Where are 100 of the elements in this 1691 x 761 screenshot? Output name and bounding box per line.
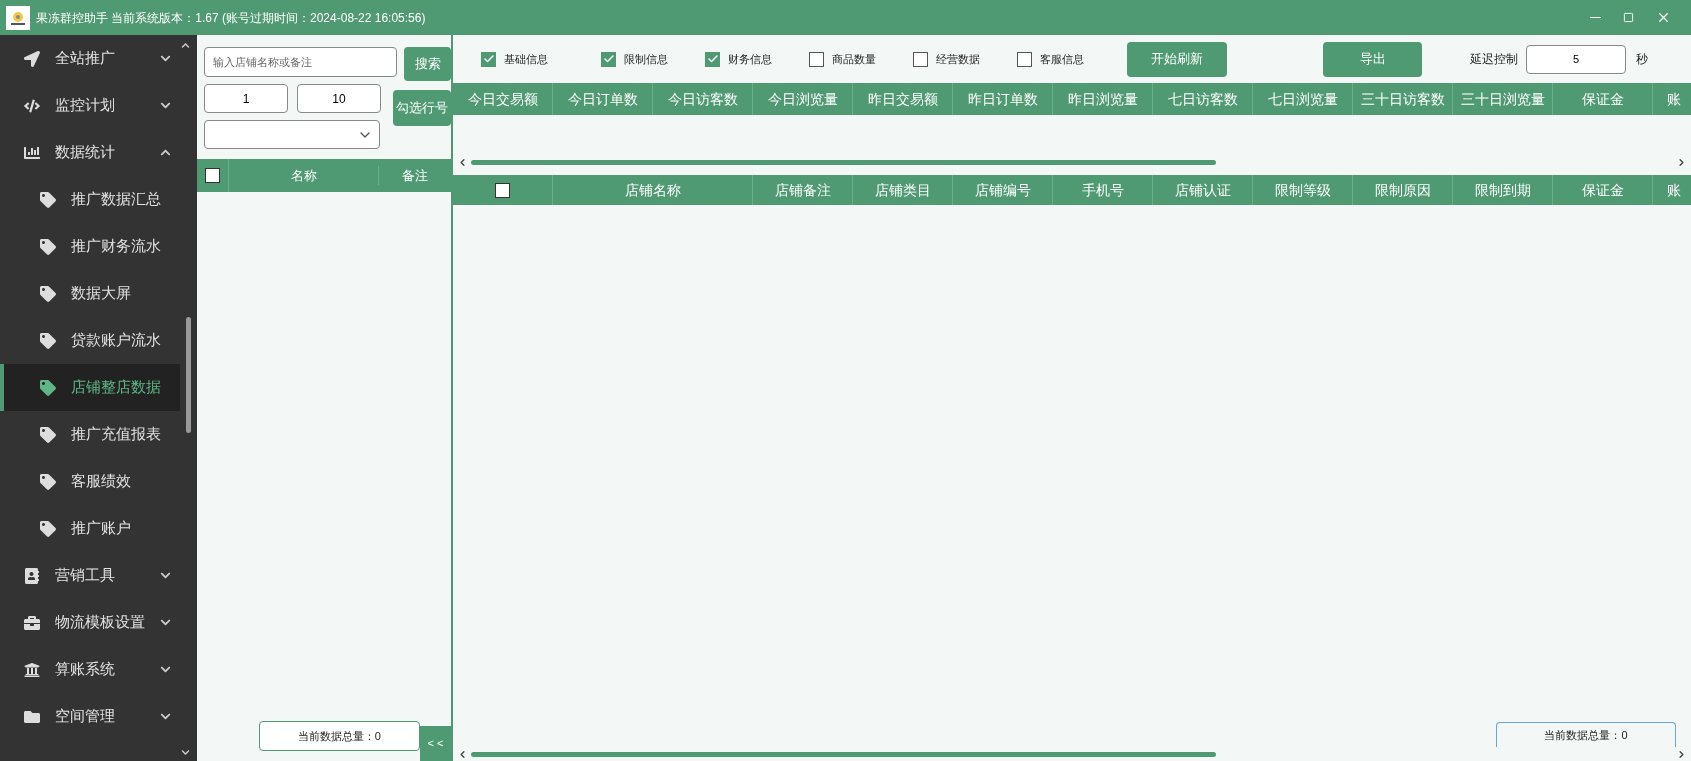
column-header: 七日浏览量 xyxy=(1253,83,1353,115)
seconds-label: 秒 xyxy=(1636,51,1648,68)
delay-label: 延迟控制 xyxy=(1470,51,1518,68)
chevron-down-icon xyxy=(160,570,171,581)
sidebar-item-label: 数据大屏 xyxy=(71,283,131,304)
sidebar-group-label: 空间管理 xyxy=(55,706,116,727)
scrollbar-thumb[interactable] xyxy=(186,317,191,433)
sidebar-item[interactable]: 数据大屏 xyxy=(0,270,180,317)
sidebar-group[interactable]: 物流模板设置 xyxy=(0,599,197,646)
column-header: 限制到期 xyxy=(1453,175,1553,205)
checkbox[interactable] xyxy=(495,182,510,198)
chevron-up-icon xyxy=(160,147,171,158)
sidebar-item-label: 贷款账户流水 xyxy=(71,330,161,351)
checkbox[interactable] xyxy=(601,51,616,67)
range-from-field[interactable]: 1 xyxy=(204,84,288,113)
search-field[interactable]: 输入店铺名称或备注 xyxy=(204,47,397,77)
data-count-label: 当前数据总量：0 xyxy=(1496,722,1676,747)
sidebar-item[interactable]: 客服绩效 xyxy=(0,458,180,505)
checkbox[interactable] xyxy=(913,51,928,67)
close-icon xyxy=(1656,10,1671,25)
chevron-down-icon xyxy=(160,617,171,628)
sidebar-item-label: 推广财务流水 xyxy=(71,236,161,257)
tag-icon xyxy=(40,426,56,443)
column-header: 昨日浏览量 xyxy=(1053,83,1153,115)
sidebar-item[interactable]: 推广数据汇总 xyxy=(0,176,180,223)
tag-icon xyxy=(40,332,56,349)
sidebar-group[interactable]: 全站推广 xyxy=(0,35,197,82)
sidebar-group[interactable]: 营销工具 xyxy=(0,552,197,599)
scrollbar-thumb[interactable] xyxy=(471,751,1216,757)
tag-icon xyxy=(40,238,56,255)
contact-book-icon xyxy=(24,567,40,584)
column-header: 店铺类目 xyxy=(853,175,953,205)
sidebar-group-label: 物流模板设置 xyxy=(55,612,146,633)
column-header: 昨日交易额 xyxy=(853,83,953,115)
sidebar-item-label: 推广账户 xyxy=(71,518,131,539)
column-header: 昨日订单数 xyxy=(953,83,1053,115)
code-icon xyxy=(24,97,40,114)
tag-icon xyxy=(40,379,56,396)
sidebar-item[interactable]: 推广财务流水 xyxy=(0,223,180,270)
bar-chart-icon xyxy=(24,144,40,161)
checkbox[interactable] xyxy=(1017,51,1032,67)
sidebar-group-label: 全站推广 xyxy=(55,48,116,69)
sidebar-item[interactable]: 店铺整店数据 xyxy=(0,364,180,411)
bank-icon xyxy=(24,661,40,678)
column-header: 店铺编号 xyxy=(953,175,1053,205)
sidebar-group[interactable]: 监控计划 xyxy=(0,82,197,129)
column-header: 账 xyxy=(1653,83,1691,115)
column-header: 账 xyxy=(1653,175,1691,205)
sidebar-group[interactable]: 空间管理 xyxy=(0,693,197,740)
app-logo xyxy=(6,5,30,30)
chevron-down-icon xyxy=(160,664,171,675)
column-header: 店铺认证 xyxy=(1153,175,1253,205)
folder-icon xyxy=(24,708,40,725)
column-header: 三十日访客数 xyxy=(1353,83,1453,115)
column-header: 保证金 xyxy=(1553,175,1653,205)
sidebar-item-label: 推广数据汇总 xyxy=(71,189,161,210)
tag-icon xyxy=(40,191,56,208)
scroll-right-icon xyxy=(1676,748,1687,760)
chevron-down-icon xyxy=(160,100,171,111)
column-header: 限制等级 xyxy=(1253,175,1353,205)
checkbox-label: 商品数量 xyxy=(832,51,876,67)
sidebar-group-label: 算账系统 xyxy=(55,659,116,680)
data-count-label: 当前数据总量：0 xyxy=(259,721,420,751)
checkbox[interactable] xyxy=(481,51,496,67)
scroll-up-icon xyxy=(181,41,190,50)
sidebar-group[interactable]: 算账系统 xyxy=(0,646,197,693)
checkbox-label: 客服信息 xyxy=(1040,51,1084,67)
column-header: 今日交易额 xyxy=(453,83,553,115)
checkbox-label: 限制信息 xyxy=(624,51,668,67)
checkbox[interactable] xyxy=(809,51,824,67)
sidebar-item-label: 店铺整店数据 xyxy=(71,377,161,398)
maximize-icon xyxy=(1623,12,1634,23)
tag-icon xyxy=(40,473,56,490)
sidebar-item-label: 推广充值报表 xyxy=(71,424,161,445)
chevron-down-icon xyxy=(160,711,171,722)
column-header: 三十日浏览量 xyxy=(1453,83,1553,115)
scroll-down-icon xyxy=(181,748,190,757)
window-title: 果冻群控助手 当前系统版本：1.67 (账号过期时间：2024-08-22 16:05:56) xyxy=(36,9,426,27)
checkbox[interactable] xyxy=(205,168,220,183)
briefcase-icon xyxy=(24,614,40,631)
column-header: 今日浏览量 xyxy=(753,83,853,115)
sidebar-group-label: 营销工具 xyxy=(55,565,116,586)
scrollbar-thumb[interactable] xyxy=(471,159,1216,165)
sidebar-item[interactable]: 推广充值报表 xyxy=(0,411,180,458)
tag-icon xyxy=(40,520,56,537)
column-header: 今日访客数 xyxy=(653,83,753,115)
sidebar-item[interactable]: 推广账户 xyxy=(0,505,180,552)
dropdown[interactable] xyxy=(204,120,380,149)
column-header: 店铺备注 xyxy=(753,175,853,205)
range-to-field[interactable]: 10 xyxy=(297,84,381,113)
sidebar-item[interactable]: 贷款账户流水 xyxy=(0,317,180,364)
checkbox-label: 经营数据 xyxy=(936,51,980,67)
sidebar-item-label: 客服绩效 xyxy=(71,471,131,492)
delay-field[interactable]: 5 xyxy=(1526,44,1626,74)
sidebar-group-label: 监控计划 xyxy=(55,95,116,116)
column-header: 店铺名称 xyxy=(553,175,753,205)
checkbox[interactable] xyxy=(705,51,720,67)
sidebar-group[interactable]: 数据统计 xyxy=(0,129,197,176)
sidebar-group-label: 数据统计 xyxy=(55,142,116,163)
column-header: 备注 xyxy=(401,166,429,185)
